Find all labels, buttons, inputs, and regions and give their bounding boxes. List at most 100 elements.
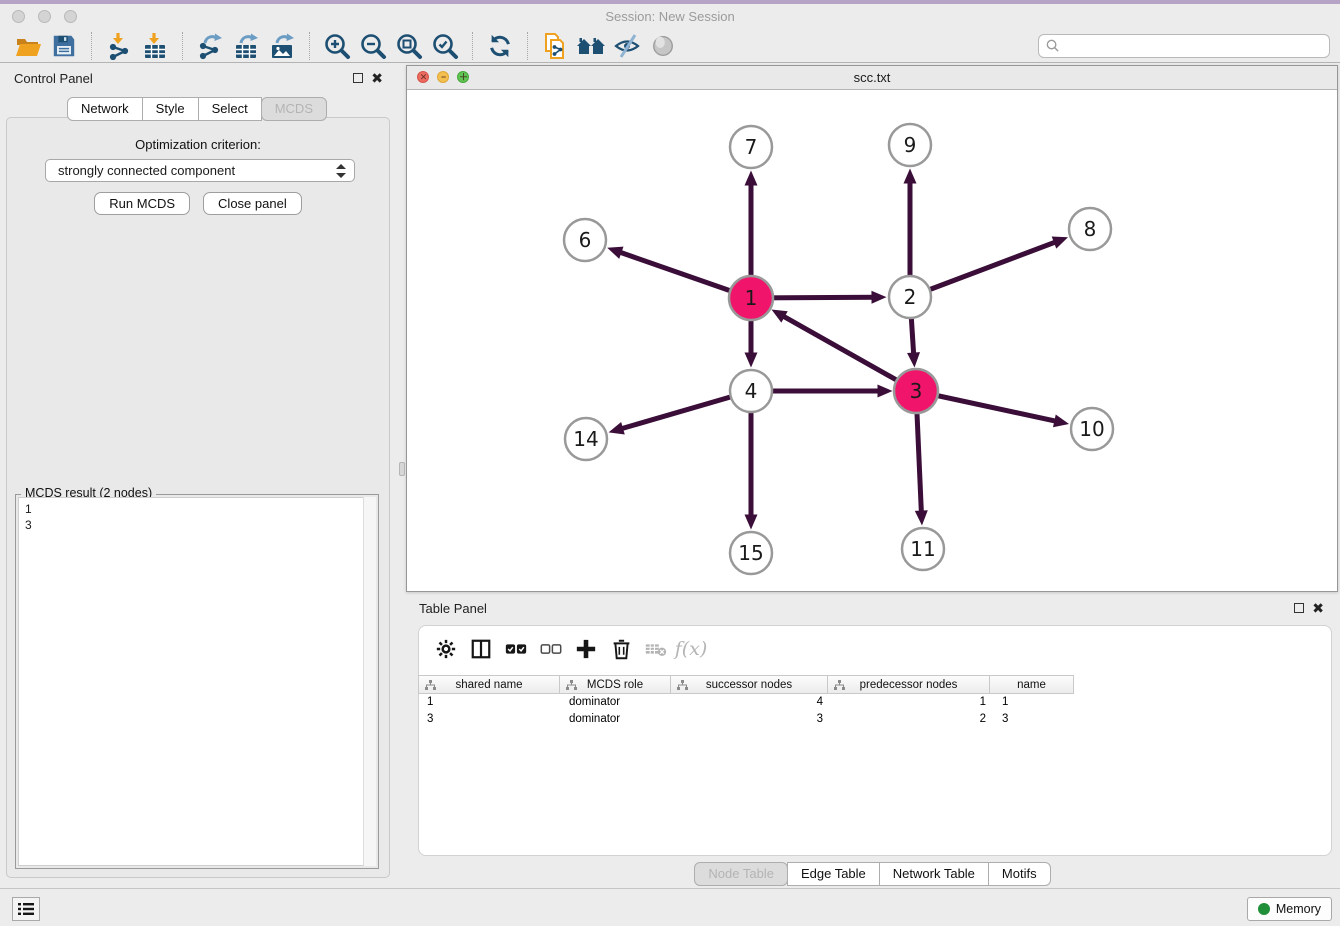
table-header-row[interactable]: shared nameMCDS rolesuccessor nodesprede… [419, 675, 1079, 694]
delete-table-icon [644, 637, 668, 661]
delete-table-button[interactable] [641, 634, 671, 664]
close-window-button[interactable] [12, 10, 25, 23]
visibility-button[interactable] [645, 31, 681, 61]
arrowhead-icon [745, 353, 758, 368]
edge-2-8[interactable] [910, 241, 1058, 297]
table-cell[interactable]: 2 [831, 712, 994, 728]
tab-style[interactable]: Style [142, 97, 199, 121]
control-panel-title: Control Panel [14, 71, 93, 86]
refresh-icon [487, 33, 513, 59]
select-all-button[interactable] [501, 634, 531, 664]
table-settings-button[interactable] [431, 634, 461, 664]
export-network-icon [196, 32, 224, 60]
node-label-7: 7 [745, 135, 758, 159]
show-columns-button[interactable] [466, 634, 496, 664]
node-label-1: 1 [745, 286, 758, 310]
mcds-result-scrollbar[interactable] [363, 497, 376, 866]
criterion-select[interactable]: strongly connected component [45, 159, 355, 182]
select-all-icon [504, 637, 528, 661]
node-label-10: 10 [1079, 417, 1104, 441]
table-panel-title: Table Panel [419, 601, 487, 616]
task-history-button[interactable] [12, 897, 40, 921]
export-image-button[interactable] [264, 31, 300, 61]
import-network-button[interactable] [101, 31, 137, 61]
zoom-selected-icon [431, 32, 459, 60]
network-window-titlebar[interactable]: ✕ − ＋ scc.txt [407, 66, 1337, 90]
tab-node-table[interactable]: Node Table [694, 862, 788, 886]
zoom-out-button[interactable] [355, 31, 391, 61]
tab-motifs[interactable]: Motifs [988, 862, 1051, 886]
arrowhead-icon [878, 385, 893, 398]
save-session-button[interactable] [46, 31, 82, 61]
tab-select[interactable]: Select [198, 97, 262, 121]
toolbar-separator [91, 32, 92, 60]
arrowhead-icon [607, 247, 623, 259]
close-panel-icon[interactable]: ✖ [371, 71, 383, 85]
table-cell[interactable]: 1 [419, 695, 561, 711]
column-header-name[interactable]: name [989, 675, 1074, 694]
column-header-predecessor-nodes[interactable]: predecessor nodes [827, 675, 990, 694]
tab-network-table[interactable]: Network Table [879, 862, 989, 886]
gear-icon [436, 639, 456, 659]
toolbar-separator [182, 32, 183, 60]
memory-button[interactable]: Memory [1247, 897, 1332, 921]
export-table-button[interactable] [228, 31, 264, 61]
clone-network-button[interactable] [537, 31, 573, 61]
home-button[interactable] [573, 31, 609, 61]
optimization-criterion-label: Optimization criterion: [7, 137, 389, 152]
main-toolbar [0, 29, 1340, 63]
column-header-successor-nodes[interactable]: successor nodes [670, 675, 828, 694]
delete-row-button[interactable] [606, 634, 636, 664]
home-icon [576, 32, 606, 60]
import-table-button[interactable] [137, 31, 173, 61]
minimize-window-button[interactable] [38, 10, 51, 23]
control-panel-tabs: Network Style Select MCDS [0, 97, 395, 121]
panel-divider-grip[interactable] [399, 462, 405, 476]
table-cell[interactable]: dominator [561, 695, 673, 711]
import-table-icon [141, 32, 169, 60]
column-header-MCDS-role[interactable]: MCDS role [559, 675, 671, 694]
table-cell[interactable]: 3 [673, 712, 831, 728]
open-session-button[interactable] [10, 31, 46, 61]
mcds-result-text[interactable]: 1 3 [18, 497, 376, 866]
table-row[interactable]: 1dominator411 [419, 695, 1079, 711]
table-cell[interactable]: dominator [561, 712, 673, 728]
tab-edge-table[interactable]: Edge Table [787, 862, 880, 886]
refresh-button[interactable] [482, 31, 518, 61]
zoom-out-icon [359, 32, 387, 60]
function-builder-button[interactable]: f(x) [676, 634, 706, 664]
table-cell[interactable]: 3 [994, 712, 1079, 728]
network-window-title: scc.txt [407, 70, 1337, 85]
network-graph[interactable]: 1234678910111415 [407, 90, 1337, 591]
add-row-button[interactable] [571, 634, 601, 664]
export-network-button[interactable] [192, 31, 228, 61]
import-network-icon [105, 32, 133, 60]
table-panel: Table Panel ✖ [406, 595, 1340, 888]
table-cell[interactable]: 1 [831, 695, 994, 711]
eye-slash-icon [613, 32, 641, 60]
zoom-selected-button[interactable] [427, 31, 463, 61]
float-panel-icon[interactable] [1294, 603, 1304, 613]
table-row[interactable]: 3dominator323 [419, 712, 1079, 728]
search-box[interactable] [1038, 34, 1330, 58]
close-panel-icon[interactable]: ✖ [1312, 601, 1324, 615]
titlebar: Session: New Session [0, 4, 1340, 29]
float-panel-icon[interactable] [353, 73, 363, 83]
hide-panel-button[interactable] [609, 31, 645, 61]
zoom-fit-button[interactable] [391, 31, 427, 61]
columns-icon [470, 638, 492, 660]
zoom-in-button[interactable] [319, 31, 355, 61]
network-canvas[interactable]: 1234678910111415 [407, 90, 1337, 591]
table-cell[interactable]: 3 [419, 712, 561, 728]
table-cell[interactable]: 4 [673, 695, 831, 711]
maximize-window-button[interactable] [64, 10, 77, 23]
zoom-in-icon [323, 32, 351, 60]
deselect-all-button[interactable] [536, 634, 566, 664]
column-header-shared-name[interactable]: shared name [418, 675, 560, 694]
tab-network[interactable]: Network [67, 97, 143, 121]
tab-mcds[interactable]: MCDS [261, 97, 327, 121]
search-input[interactable] [1060, 39, 1323, 53]
run-mcds-button[interactable]: Run MCDS [94, 192, 190, 215]
close-panel-button[interactable]: Close panel [203, 192, 302, 215]
table-cell[interactable]: 1 [994, 695, 1079, 711]
